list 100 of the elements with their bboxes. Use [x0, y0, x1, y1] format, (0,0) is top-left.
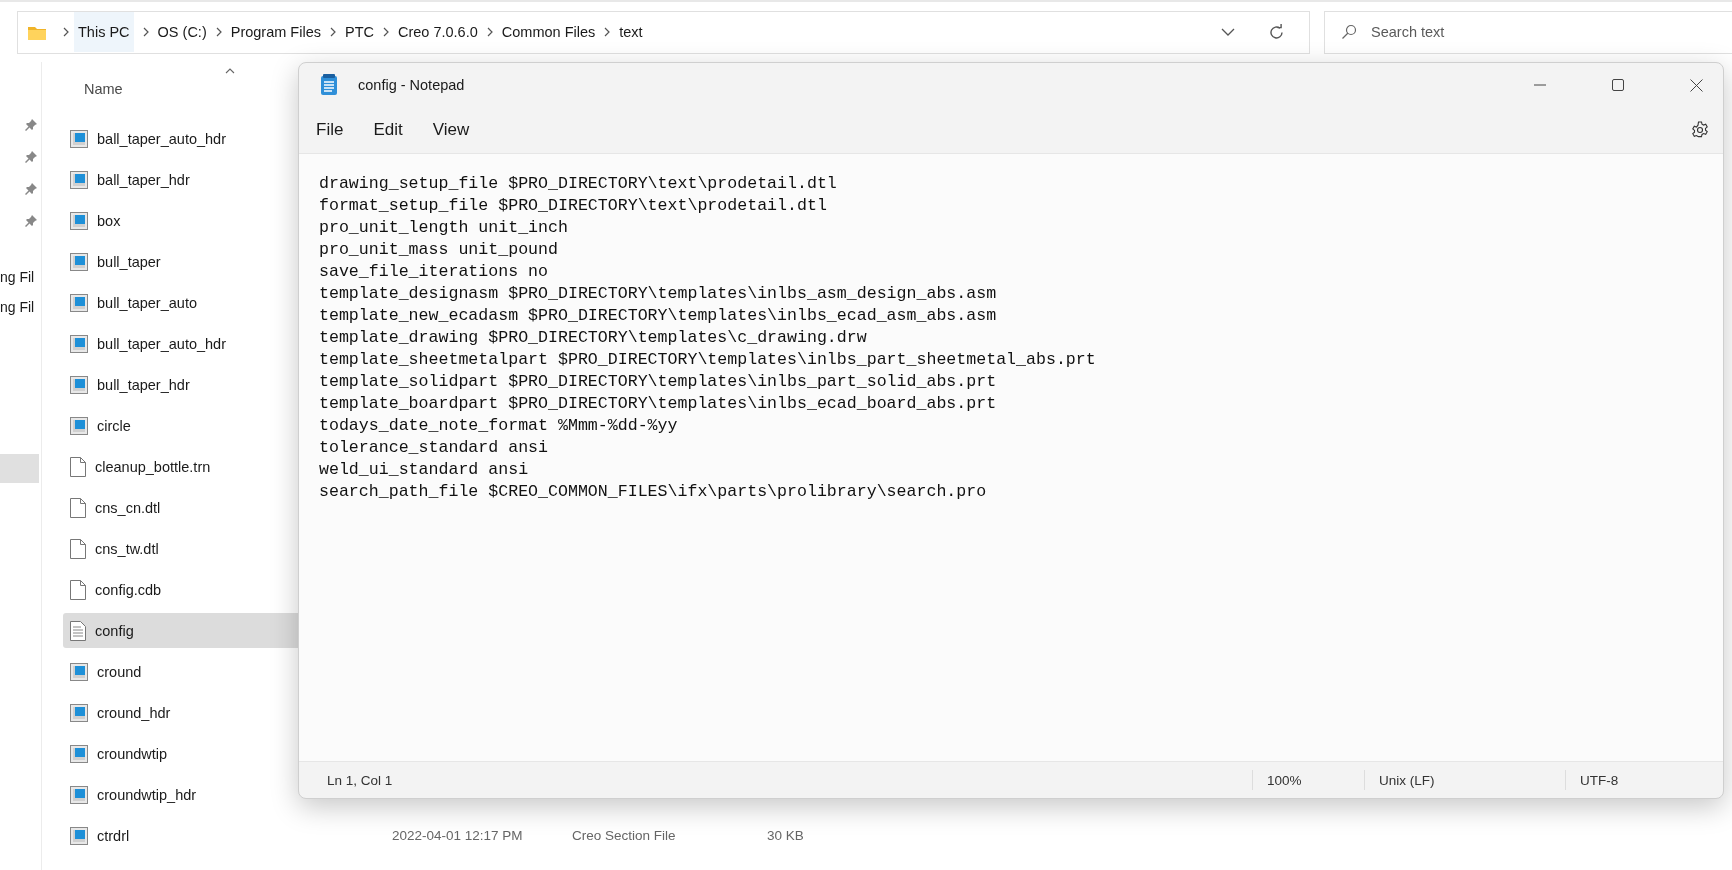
file-row[interactable]: cns_cn.dtl — [63, 487, 299, 528]
code-line: pro_unit_length unit_inch — [319, 217, 568, 239]
code-line: template_sheetmetalpart $PRO_DIRECTORY\templates\inlbs_part_sheetmetal_abs.prt — [319, 349, 1096, 371]
close-icon[interactable] — [1690, 78, 1703, 92]
code-line: drawing_setup_file $PRO_DIRECTORY\text\prodetail.dtl — [319, 173, 837, 195]
chevron-icon — [604, 27, 611, 37]
file-name: cns_cn.dtl — [95, 499, 161, 516]
file-row[interactable]: croundwtip — [63, 733, 299, 774]
file-date: 2022-04-01 12:17 PM — [392, 828, 524, 843]
notepad-icon — [320, 74, 338, 96]
file-row[interactable]: config.cdb — [63, 569, 299, 610]
nav-item[interactable]: ng Fil — [0, 269, 35, 285]
model-file-icon — [70, 416, 88, 435]
document-icon — [70, 538, 86, 559]
code-line: todays_date_note_format %Mmm-%dd-%yy — [319, 415, 678, 437]
file-name: ball_taper_hdr — [97, 171, 190, 188]
model-file-icon — [70, 211, 88, 230]
refresh-icon[interactable] — [1268, 23, 1285, 41]
file-row[interactable]: cns_tw.dtl — [63, 528, 299, 569]
search-field[interactable]: Search text — [1324, 10, 1732, 54]
file-name: bull_taper — [97, 253, 161, 270]
file-name: croundwtip_hdr — [97, 786, 197, 803]
file-row[interactable]: ctrdrl — [63, 815, 299, 856]
text-editor[interactable] — [299, 153, 1723, 762]
dropdown-icon[interactable] — [1221, 28, 1235, 36]
file-row[interactable]: ball_taper_auto_hdr — [63, 118, 299, 159]
nav-item[interactable]: ng Fil — [0, 299, 35, 315]
code-line: save_file_iterations no — [319, 261, 549, 283]
code-line: format_setup_file $PRO_DIRECTORY\text\prodetail.dtl — [319, 195, 827, 217]
file-name: config.cdb — [95, 581, 162, 598]
search-icon — [1341, 24, 1357, 40]
file-name: cround — [97, 663, 142, 680]
file-name: ctrdrl — [97, 827, 130, 844]
breadcrumb-item[interactable]: This PC — [74, 12, 134, 52]
file-name: cround_hdr — [97, 704, 171, 721]
file-name: box — [97, 212, 121, 229]
file-row[interactable]: cround — [63, 651, 299, 692]
code-line: template_new_ecadasm $PRO_DIRECTORY\templates\inlbs_ecad_asm_abs.asm — [319, 305, 997, 327]
file-name: croundwtip — [97, 745, 168, 762]
file-row[interactable]: cround_hdr — [63, 692, 299, 733]
breadcrumb-item[interactable]: Program Files — [230, 24, 321, 40]
chevron-icon — [63, 27, 69, 37]
model-file-icon — [70, 170, 88, 189]
file-type: Creo Section File — [572, 828, 677, 843]
selected-file-row[interactable]: config — [63, 613, 299, 648]
model-file-icon — [70, 375, 88, 394]
model-file-icon — [70, 129, 88, 148]
model-file-icon — [70, 252, 88, 271]
maximize-icon[interactable] — [1612, 79, 1624, 91]
line-ending: Unix (LF) — [1364, 770, 1565, 790]
menu-item[interactable]: View — [432, 120, 470, 140]
document-icon — [70, 456, 86, 477]
window-title: config - Notepad — [358, 77, 465, 93]
code-line: search_path_file $CREO_COMMON_FILES\ifx\parts\prolibrary\search.pro — [319, 481, 987, 503]
breadcrumb-item[interactable]: PTC — [344, 24, 374, 40]
breadcrumb-item[interactable]: OS (C:) — [157, 24, 207, 40]
model-file-icon — [70, 744, 88, 763]
file-row[interactable]: croundwtip_hdr — [63, 774, 299, 815]
file-row[interactable]: circle — [63, 405, 299, 446]
file-row[interactable]: ball_taper_hdr — [63, 159, 299, 200]
file-row[interactable]: bull_taper_auto_hdr — [63, 323, 299, 364]
breadcrumb-item[interactable]: Common Files — [501, 24, 596, 40]
breadcrumb-item[interactable]: Creo 7.0.6.0 — [397, 24, 478, 40]
file-name: circle — [97, 417, 131, 434]
sort-caret-icon — [225, 68, 235, 74]
file-row[interactable]: box — [63, 200, 299, 241]
file-row[interactable]: cleanup_bottle.trn — [63, 446, 299, 487]
chevron-icon — [142, 27, 149, 37]
file-row[interactable]: bull_taper_auto — [63, 282, 299, 323]
code-line: pro_unit_mass unit_pound — [319, 239, 558, 261]
menu-item[interactable]: File — [316, 120, 344, 140]
pin-icon[interactable] — [25, 215, 37, 227]
code-line: weld_ui_standard ansi — [319, 459, 529, 481]
code-line: template_solidpart $PRO_DIRECTORY\templates\inlbs_part_solid_abs.prt — [319, 371, 997, 393]
code-line: template_designasm $PRO_DIRECTORY\templates\inlbs_asm_design_abs.asm — [319, 283, 997, 305]
search-input[interactable]: Search text — [1369, 23, 1732, 41]
chevron-icon — [486, 27, 493, 37]
file-row[interactable]: bull_taper_hdr — [63, 364, 299, 405]
chevron-icon — [329, 27, 336, 37]
pin-icon[interactable] — [25, 183, 37, 195]
code-line: template_boardpart $PRO_DIRECTORY\templates\inlbs_ecad_board_abs.prt — [319, 393, 997, 415]
breadcrumb-item[interactable]: text — [619, 24, 643, 40]
file-name: bull_taper_hdr — [97, 376, 190, 393]
settings-icon[interactable] — [1691, 121, 1709, 139]
document-icon — [70, 579, 86, 600]
file-row[interactable]: bull_taper — [63, 241, 299, 282]
pin-icon[interactable] — [25, 119, 37, 131]
model-file-icon — [70, 703, 88, 722]
pin-icon[interactable] — [25, 151, 37, 163]
code-line: tolerance_standard ansi — [319, 437, 549, 459]
encoding: UTF-8 — [1565, 770, 1723, 790]
code-line: template_drawing $PRO_DIRECTORY\templates\c_drawing.drw — [319, 327, 867, 349]
column-header[interactable]: Name — [84, 81, 123, 97]
chevron-icon — [215, 27, 222, 37]
address-bar[interactable]: This PC OS (C:) Program Files PTC Creo 7.0.6.0 Common Files text — [17, 10, 1310, 54]
menu-item[interactable]: Edit — [373, 120, 403, 140]
nav-selection-highlight — [0, 454, 39, 483]
file-name: bull_taper_auto — [97, 294, 197, 311]
model-file-icon — [70, 293, 88, 312]
model-file-icon — [70, 334, 88, 353]
